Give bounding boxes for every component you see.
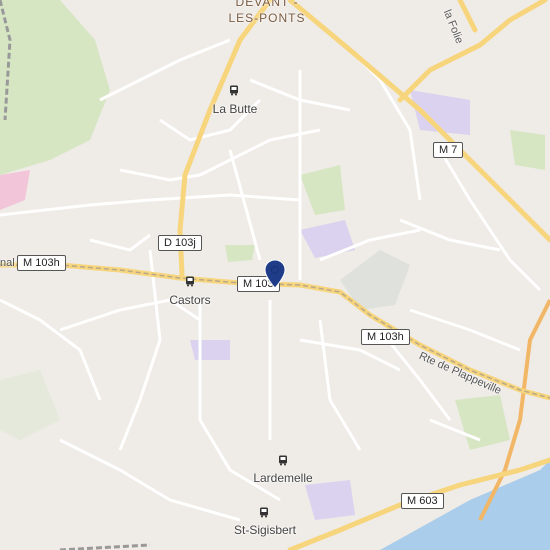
bus-stop-icon[interactable]: [259, 507, 269, 518]
district-label-devant-les-ponts: DEVANT - LES-PONTS: [222, 0, 312, 26]
bus-stop-icon[interactable]: [278, 455, 288, 466]
road-shield-d103j: D 103j: [158, 235, 202, 251]
place-label-castors[interactable]: Castors: [160, 293, 220, 307]
road-shield-m7: M 7: [433, 142, 464, 158]
road-shield-m103h-left: M 103h: [17, 255, 66, 271]
bus-stop-icon[interactable]: [229, 85, 239, 96]
district-label-line2: LES-PONTS: [228, 11, 306, 25]
road-name-nal: nal: [0, 257, 15, 269]
place-label-st-sigisbert[interactable]: St-Sigisbert: [225, 523, 305, 537]
bus-stop-icon[interactable]: [185, 276, 195, 287]
district-label-line1: DEVANT -: [235, 0, 299, 9]
place-label-la-butte[interactable]: La Butte: [205, 102, 265, 116]
place-label-lardemelle[interactable]: Lardemelle: [243, 471, 323, 485]
map-view[interactable]: DEVANT - LES-PONTS la Folie nal Rte de P…: [0, 0, 550, 550]
location-pin-icon[interactable]: [264, 259, 286, 289]
road-shield-m603: M 603: [401, 493, 444, 509]
road-shield-m103h-right: M 103h: [361, 329, 410, 345]
